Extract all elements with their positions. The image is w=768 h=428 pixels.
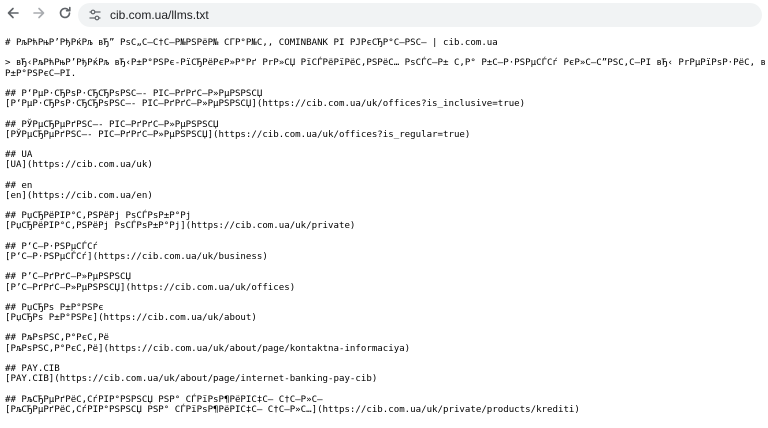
link-line: [Р’С–РґРґС–Р»РµРЅРЅСЏ](https://cib.com.u… [5, 282, 296, 293]
heading-line: ## РџСЂРёРІР°С‚РЅРёРј РѕСЃРѕР±Р°Рј [5, 211, 192, 222]
link-line: [РљСЂРµРґРёС‚СѓРІР°РЅРЅСЏ РЅР° СЃРїРѕР¶Р… [5, 404, 580, 415]
tune-icon[interactable] [86, 6, 104, 24]
link-line: [РЎРµСЂРµРґРЅС–- РІС–РґРґС–Р»РµРЅРЅСЏ](h… [5, 129, 471, 140]
reload-button[interactable] [52, 2, 78, 28]
heading-line: ## Р’С–РґРґС–Р»РµРЅРЅСЏ [5, 272, 131, 283]
arrow-left-icon [5, 5, 21, 25]
browser-toolbar: cib.com.ua/llms.txt [0, 0, 768, 30]
heading-line: ## РЎРµСЂРµРґРЅС–- РІС–РґРґС–Р»РµРЅРЅСЏ [5, 119, 219, 130]
link-line: [Р‘С–Р·РЅРµСЃСѓ](https://cib.com.ua/uk/b… [5, 251, 268, 262]
heading-line: ## PAY.CIB [5, 364, 60, 374]
link-line: [PAY.CIB](https://cib.com.ua/uk/about/pa… [5, 374, 378, 385]
link-line: [РљРѕРЅС‚Р°РєС‚Рё](https://cib.com.ua/uk… [5, 343, 411, 354]
arrow-right-icon [31, 5, 47, 25]
forward-button[interactable] [26, 2, 52, 28]
text-line: > вЂ‹РљРћРњР’РђРќРљ вЂ‹Р±Р°РЅРє-РїСЂРёРє… [5, 58, 765, 69]
text-line: # РљРћРњР’РђРќРљ вЂ” РѕС„С–С†С–Р№РЅРёР№ … [5, 38, 498, 48]
heading-line: ## РџСЂРѕ Р±Р°РЅРє [5, 302, 104, 313]
heading-line: ## UA [5, 150, 33, 161]
address-bar[interactable]: cib.com.ua/llms.txt [78, 3, 762, 27]
heading-line: ## Р‘С–Р·РЅРµСЃСѓ [5, 241, 99, 252]
heading-line: ## РљСЂРµРґРёС‚СѓРІР°РЅРЅСЏ РЅР° СЃРїРѕР… [5, 394, 323, 405]
link-line: [РџСЂРѕ Р±Р°РЅРє](https://cib.com.ua/uk/… [5, 313, 257, 324]
link-line: [Р‘РµР·СЂРѕР·СЂСЂРѕРЅС–- РІС–РґРґС–Р»РµР… [5, 99, 526, 110]
heading-line: ## Р‘РµР·СЂРѕР·СЂСЂРѕРЅС–- РІС–РґРґС–Р»Р… [5, 88, 263, 99]
heading-line: ## en [5, 180, 33, 191]
llms-text-document: # РљРћРњР’РђРќРљ вЂ” РѕС„С–С†С–Р№РЅРёР№ … [5, 38, 765, 428]
text-line: Р±Р°РЅРєС–РІ. [5, 68, 77, 79]
reload-icon [57, 5, 73, 25]
heading-line: ## РљРѕРЅС‚Р°РєС‚Рё [5, 333, 110, 344]
back-button[interactable] [0, 2, 26, 28]
link-line: [РџСЂРёРІР°С‚РЅРёРј РѕСЃРѕР±Р°Рј](https:… [5, 221, 356, 232]
link-line: [UA](https://cib.com.ua/uk) [5, 160, 153, 171]
link-line: [en](https://cib.com.ua/en) [5, 190, 153, 201]
url-text[interactable]: cib.com.ua/llms.txt [110, 8, 209, 22]
